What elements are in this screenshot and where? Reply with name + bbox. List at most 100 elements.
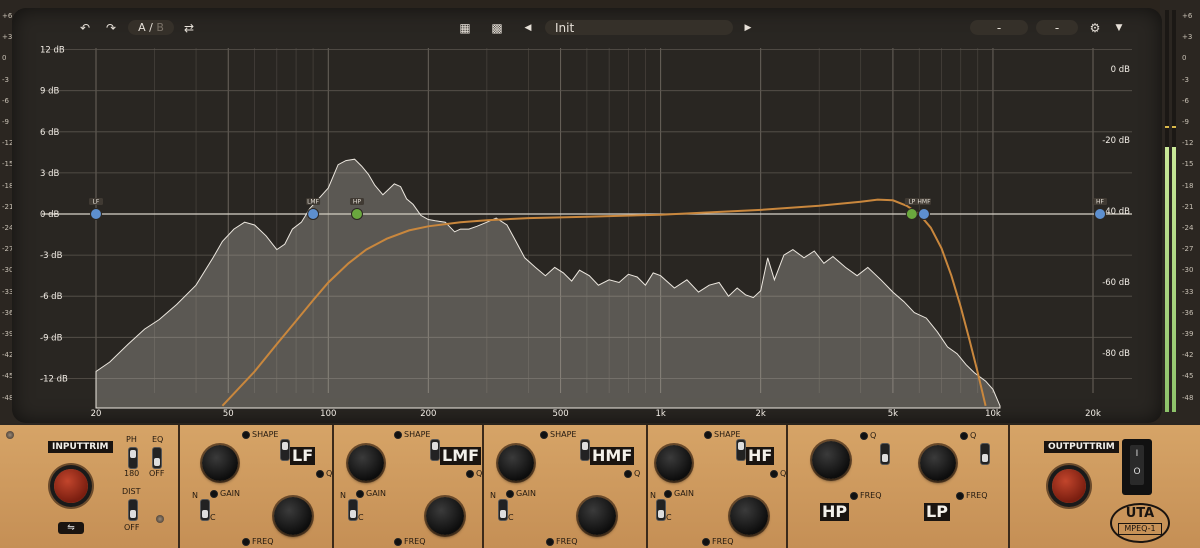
phase-label: PH	[126, 435, 137, 444]
node-label: LF	[93, 199, 100, 206]
eq-node-handle[interactable]	[307, 208, 320, 220]
model-label: MPEQ-1	[1118, 523, 1162, 535]
lp-q-switch[interactable]	[980, 443, 990, 465]
hf-shape-switch[interactable]	[736, 439, 746, 461]
freq-axis-label: 20k	[1085, 409, 1101, 419]
hp-freq-label: FREQ	[860, 491, 882, 500]
preset-name: Init	[555, 20, 575, 35]
hmf-gain-knob[interactable]	[498, 445, 534, 481]
freq-axis-label: 5k	[888, 409, 898, 419]
node-label: HP	[353, 199, 362, 206]
spectrum-axis-label: -20 dB	[1102, 136, 1130, 146]
hmf-nc-switch[interactable]	[498, 499, 508, 521]
spectrum-axis-label: -40 dB	[1102, 207, 1130, 217]
next-preset-icon[interactable]: ▶	[742, 20, 754, 35]
hp-q-switch[interactable]	[880, 443, 890, 465]
meter-scale-label: -30	[1182, 266, 1194, 275]
freq-axis-label: 1k	[655, 409, 665, 419]
gain-axis-label: 9 dB	[40, 87, 60, 97]
field-2[interactable]: -	[1036, 20, 1078, 35]
save-preset-icon[interactable]: ▩	[490, 20, 504, 35]
field-1[interactable]: -	[970, 20, 1028, 35]
meter-scale-label: -6	[1182, 96, 1189, 105]
output-trim-knob[interactable]	[1052, 469, 1086, 503]
meter-scale-label: 0	[1182, 54, 1187, 63]
dist-switch[interactable]	[128, 499, 138, 521]
lp-freq-knob[interactable]	[920, 445, 956, 481]
meter-scale-label: -9	[1182, 118, 1189, 126]
input-trim-knob[interactable]	[54, 469, 88, 503]
undo-icon[interactable]: ↶	[78, 20, 92, 35]
lf-gain-knob[interactable]	[202, 445, 238, 481]
output-meter: +6 +3 0 -3 -6 -9 -12 -15 -18 -21 -24 -27 -30 -33 -36 -3…	[1160, 0, 1200, 425]
eq-node-handle[interactable]	[90, 208, 102, 220]
phase-switch[interactable]	[128, 447, 138, 469]
meter-scale-label: -3	[1182, 75, 1189, 84]
freq-axis-label: 2k	[755, 409, 765, 419]
hf-gain-knob[interactable]	[656, 445, 692, 481]
power-switch[interactable]: I O	[1122, 439, 1152, 495]
redo-icon[interactable]: ↷	[104, 20, 118, 35]
power-off-label: O	[1133, 467, 1141, 477]
lf-freq-knob[interactable]	[274, 497, 312, 535]
hf-shape-label: SHAPE	[714, 430, 741, 439]
hf-nc-switch[interactable]	[656, 499, 666, 521]
freq-axis-label: 200	[420, 409, 436, 419]
lf-shape-switch[interactable]	[280, 439, 290, 461]
field-2-value: -	[1054, 20, 1060, 35]
field-1-value: -	[996, 20, 1002, 35]
meter-scale-label: -39	[1182, 330, 1194, 338]
eq-node-handle[interactable]	[905, 208, 918, 220]
hmf-band-label: HMF	[590, 446, 635, 465]
spectrum-axis-label: -80 dB	[1102, 349, 1130, 359]
hmf-shape-switch[interactable]	[580, 439, 590, 461]
lmf-shape-label: SHAPE	[404, 430, 431, 439]
ab-compare-button[interactable]: A / B	[128, 20, 174, 35]
spectrum-axis-label: 0 dB	[1111, 65, 1131, 75]
screw-icon	[156, 515, 164, 523]
eq-node-handle[interactable]	[1094, 208, 1107, 220]
gain-axis-label: -12 dB	[40, 374, 68, 384]
link-icon[interactable]: ⇋	[58, 522, 84, 534]
freq-axis-label: 20	[91, 409, 102, 419]
hmf-n-label: N	[490, 491, 496, 500]
ab-sep: /	[149, 21, 153, 34]
lp-q-label: Q	[970, 431, 977, 440]
spectrum-axis-label: -60 dB	[1102, 278, 1130, 288]
hf-freq-knob[interactable]	[730, 497, 768, 535]
menu-chevron-down-icon[interactable]: ▼	[1112, 20, 1126, 35]
eq-graph[interactable]: 12 dB 9 dB 6 dB 3 dB 0 dB -3 dB -6 dB -9 dB -12 …	[12, 38, 1162, 423]
preset-name-field[interactable]: Init	[545, 20, 733, 35]
lmf-shape-switch[interactable]	[430, 439, 440, 461]
lf-nc-switch[interactable]	[200, 499, 210, 521]
lmf-freq-label: FREQ	[404, 537, 426, 546]
uta-logo: UTA MPEQ-1	[1110, 503, 1170, 543]
eq-bypass-switch[interactable]	[152, 447, 162, 469]
freq-axis-label: 50	[223, 409, 234, 419]
lmf-freq-knob[interactable]	[426, 497, 464, 535]
gain-axis-label: 6 dB	[40, 128, 60, 138]
input-trim-label: INPUTTRIM	[48, 441, 113, 453]
eq-node-handle[interactable]	[350, 208, 363, 220]
lmf-gain-knob[interactable]	[348, 445, 384, 481]
hp-filter-label: HP	[820, 502, 850, 521]
hmf-freq-label: FREQ	[556, 537, 578, 546]
brand-label: UTA	[1125, 506, 1155, 521]
copy-ab-icon[interactable]: ⇄	[182, 20, 196, 35]
lf-gain-label: GAIN	[220, 489, 241, 498]
folder-icon[interactable]: ▦	[458, 20, 472, 35]
hf-n-label: N	[650, 491, 656, 500]
lmf-nc-switch[interactable]	[348, 499, 358, 521]
eq-node-handle[interactable]	[917, 208, 930, 220]
meter-scale-label: -24	[1182, 224, 1194, 232]
hp-freq-knob[interactable]	[812, 441, 850, 479]
hmf-freq-knob[interactable]	[578, 497, 616, 535]
gain-axis-label: -9 dB	[40, 333, 63, 343]
settings-gear-icon[interactable]: ⚙	[1088, 20, 1102, 35]
prev-preset-icon[interactable]: ◀	[522, 20, 534, 35]
lmf-band-label: LMF	[440, 446, 482, 465]
hmf-shape-label: SHAPE	[550, 430, 577, 439]
input-section: INPUTTRIM ⇋ PH 180 EQ OFF DIST OFF	[0, 425, 176, 548]
output-section: OUTPUTTRIM I O UTA MPEQ-1	[1008, 425, 1200, 548]
hmf-c-label: C	[508, 513, 514, 522]
